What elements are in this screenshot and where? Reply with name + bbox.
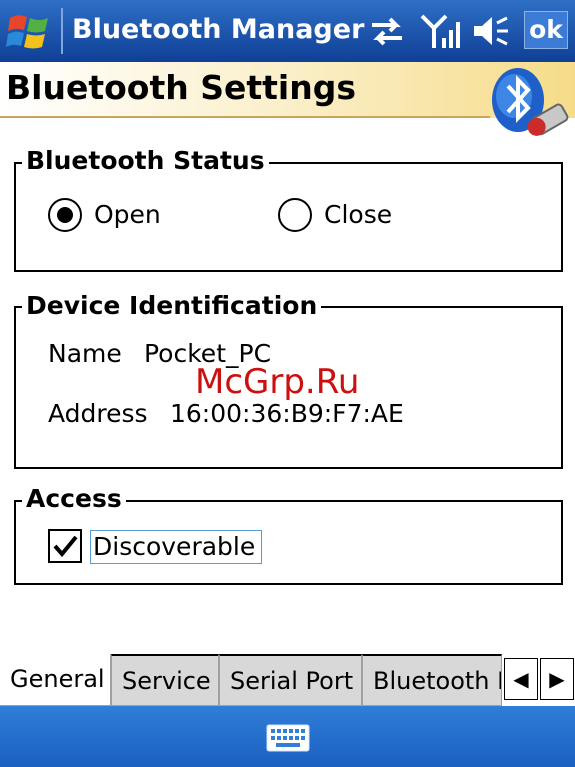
ok-button[interactable]: ok bbox=[524, 11, 568, 49]
app-title: Bluetooth Manager bbox=[72, 14, 365, 45]
tab-service[interactable]: Service bbox=[111, 654, 219, 706]
bluetooth-status-legend: Bluetooth Status bbox=[22, 146, 269, 176]
tab-scroll-right-icon[interactable]: ▶ bbox=[540, 658, 574, 700]
checkmark-icon bbox=[53, 535, 78, 558]
signal-strength-icon[interactable] bbox=[420, 14, 460, 48]
open-radio[interactable] bbox=[48, 198, 82, 232]
discoverable-label[interactable]: Discoverable bbox=[93, 532, 255, 562]
device-identification-legend: Device Identification bbox=[22, 291, 322, 321]
speaker-volume-icon[interactable] bbox=[470, 14, 510, 48]
page-title: Bluetooth Settings bbox=[6, 68, 356, 107]
discoverable-checkbox[interactable] bbox=[48, 529, 82, 563]
bluetooth-logo-icon bbox=[492, 68, 569, 136]
bottom-menu-bar bbox=[0, 706, 575, 767]
sync-arrows-icon[interactable] bbox=[368, 14, 406, 48]
keyboard-icon[interactable] bbox=[266, 724, 310, 752]
close-radio-label[interactable]: Close bbox=[324, 200, 392, 230]
open-radio-label[interactable]: Open bbox=[94, 200, 161, 230]
watermark-text: McGrp.Ru bbox=[195, 362, 360, 402]
address-label: Address bbox=[48, 399, 148, 428]
tab-bluetooth-h[interactable]: Bluetooth H bbox=[362, 654, 502, 706]
tab-general[interactable]: General bbox=[0, 654, 111, 706]
header-divider bbox=[0, 116, 490, 118]
radio-selected-dot bbox=[57, 207, 73, 223]
access-legend: Access bbox=[22, 484, 126, 514]
tab-scroll-left-icon[interactable]: ◀ bbox=[504, 658, 538, 700]
title-separator bbox=[61, 8, 63, 54]
address-value: 16:00:36:B9:F7:AE bbox=[170, 399, 404, 428]
tab-serial-port[interactable]: Serial Port bbox=[219, 654, 362, 706]
name-label: Name bbox=[48, 339, 122, 368]
windows-logo-icon[interactable] bbox=[6, 10, 52, 54]
tab-bar: General Service Serial Port Bluetooth H … bbox=[0, 654, 575, 706]
close-radio[interactable] bbox=[278, 198, 312, 232]
title-bar: Bluetooth Manager ok bbox=[0, 0, 575, 62]
